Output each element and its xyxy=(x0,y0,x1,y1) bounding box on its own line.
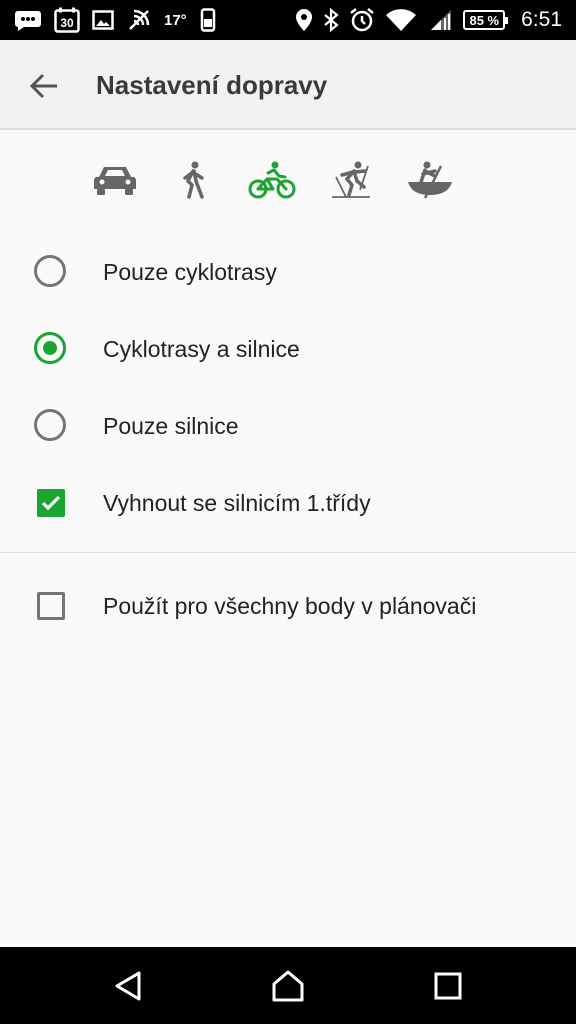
back-triangle-icon xyxy=(115,971,141,1001)
clock: 6:51 xyxy=(521,8,562,31)
checkbox-checked-icon xyxy=(37,489,65,517)
bluetooth-icon xyxy=(323,0,340,40)
radio-button[interactable] xyxy=(34,332,68,366)
status-bar-right: 85 % 6:51 xyxy=(295,0,562,40)
checkbox-unchecked-icon xyxy=(37,592,65,620)
signal-icon xyxy=(427,0,453,40)
screen: 30 17° 85 % 6:51 Nastavení dopravy Pouze… xyxy=(0,0,576,1024)
option-use-for-all-planner-points[interactable]: Použít pro všechny body v plánovači xyxy=(0,570,576,640)
recents-icon xyxy=(434,972,462,1000)
status-bar: 30 17° 85 % 6:51 xyxy=(0,0,576,40)
image-icon xyxy=(92,0,114,40)
walk-icon xyxy=(183,161,204,199)
back-button[interactable] xyxy=(20,62,68,110)
divider xyxy=(0,552,576,553)
nav-home-button[interactable] xyxy=(263,961,313,1011)
canoe-icon xyxy=(408,161,452,199)
battery-icon: 85 % xyxy=(463,10,508,30)
checkbox[interactable] xyxy=(34,486,68,520)
radio-off-icon xyxy=(34,255,66,287)
option-cycle-paths-only[interactable]: Pouze cyklotrasy xyxy=(0,236,576,306)
option-label: Vyhnout se silnicím 1.třídy xyxy=(103,490,371,516)
mode-walk[interactable] xyxy=(168,155,218,205)
radio-button[interactable] xyxy=(34,409,68,443)
calendar-day: 30 xyxy=(60,16,74,30)
nav-recents-button[interactable] xyxy=(423,961,473,1011)
radio-button[interactable] xyxy=(34,255,68,289)
bike-icon xyxy=(248,161,296,199)
calendar-icon: 30 xyxy=(54,0,80,40)
mode-car[interactable] xyxy=(90,155,140,205)
temperature: 17° xyxy=(164,11,187,29)
option-label: Pouze silnice xyxy=(103,413,239,439)
status-bar-left: 30 17° xyxy=(14,0,217,40)
page-title: Nastavení dopravy xyxy=(96,70,328,100)
messages-icon xyxy=(14,0,42,40)
option-avoid-first-class-roads[interactable]: Vyhnout se silnicím 1.třídy xyxy=(0,467,576,537)
app-bar: Nastavení dopravy xyxy=(0,40,576,130)
transport-mode-selector xyxy=(0,155,576,207)
option-label: Cyklotrasy a silnice xyxy=(103,336,300,362)
alarm-icon xyxy=(349,0,375,40)
home-icon xyxy=(272,970,304,1002)
option-cycle-paths-and-roads[interactable]: Cyklotrasy a silnice xyxy=(0,313,576,383)
phone-screen-icon xyxy=(199,0,217,40)
location-icon xyxy=(295,0,313,40)
wifi-icon xyxy=(385,0,417,40)
nav-back-button[interactable] xyxy=(103,961,153,1011)
option-label: Pouze cyklotrasy xyxy=(103,259,277,285)
nfc-icon xyxy=(126,0,152,40)
radio-on-icon xyxy=(34,332,66,364)
option-roads-only[interactable]: Pouze silnice xyxy=(0,390,576,460)
mode-canoe[interactable] xyxy=(405,155,455,205)
mode-ski[interactable] xyxy=(326,155,376,205)
car-icon xyxy=(94,167,136,195)
arrow-back-icon xyxy=(29,73,57,99)
option-label: Použít pro všechny body v plánovači xyxy=(103,593,477,619)
radio-off-icon xyxy=(34,409,66,441)
checkbox[interactable] xyxy=(34,589,68,623)
ski-icon xyxy=(332,161,370,198)
system-nav-bar xyxy=(0,947,576,1024)
mode-bike[interactable] xyxy=(247,155,297,205)
battery-level: 85 % xyxy=(469,12,500,28)
